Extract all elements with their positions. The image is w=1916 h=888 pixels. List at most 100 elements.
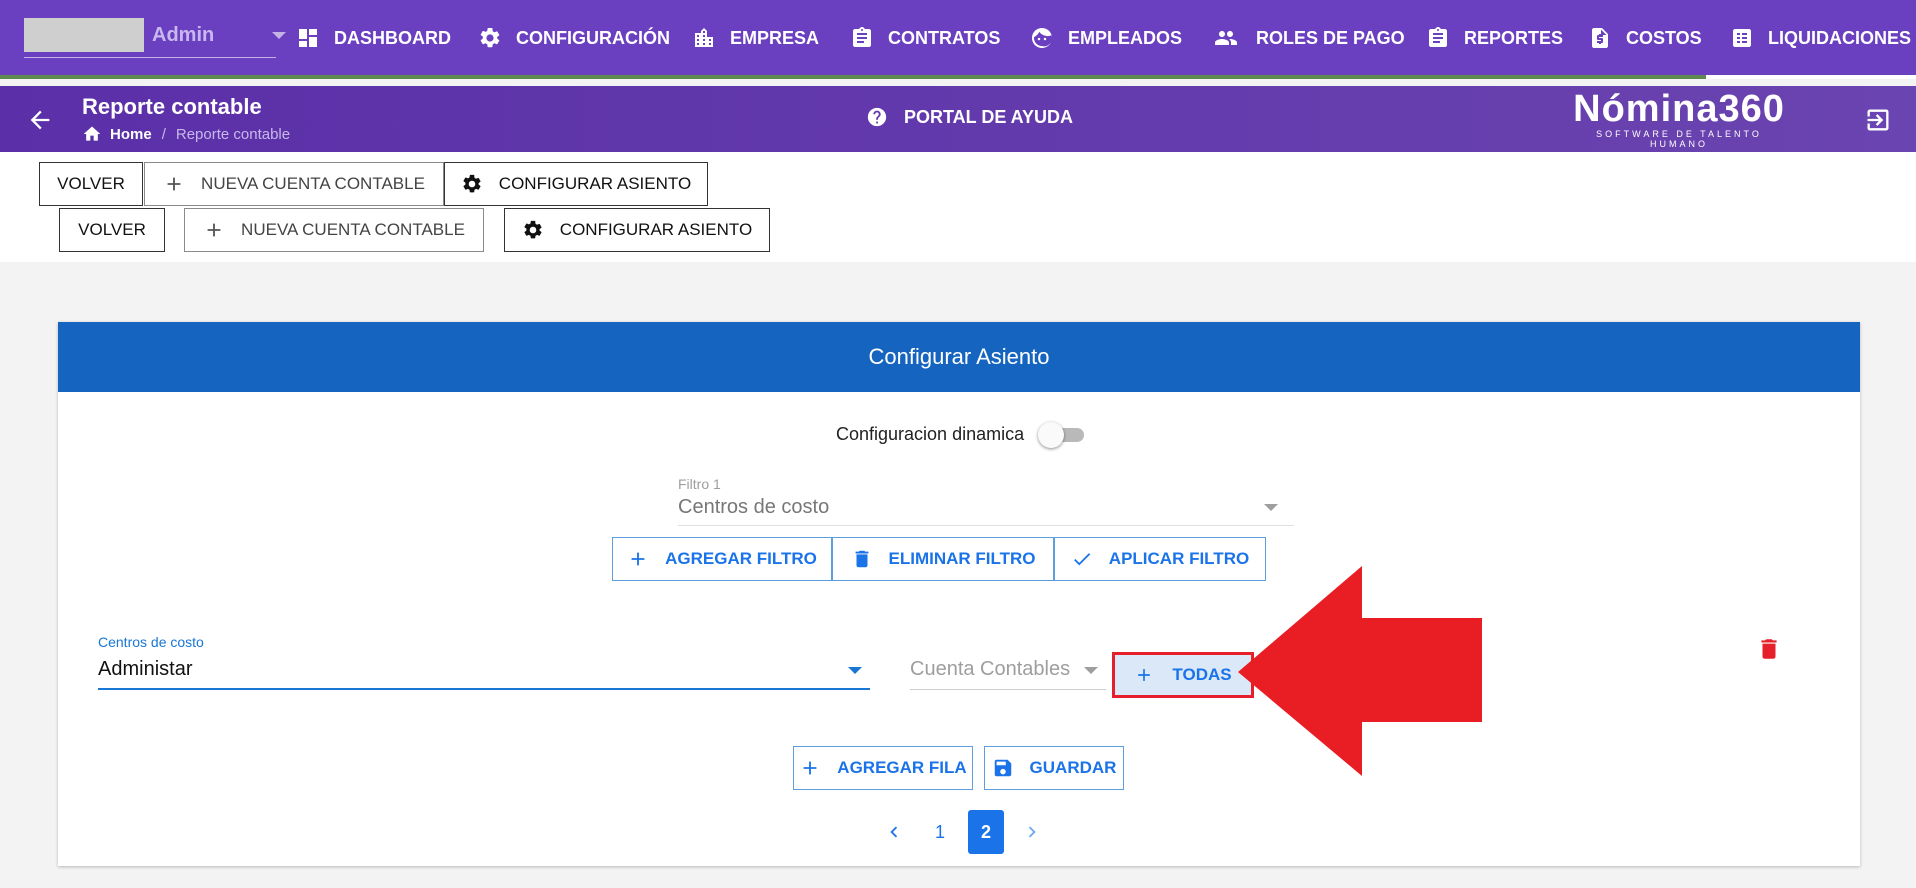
- check-icon: [1073, 553, 1091, 566]
- logout-icon[interactable]: [1864, 106, 1892, 134]
- home-icon: [83, 126, 101, 141]
- todas-button[interactable]: TODAS: [1112, 652, 1254, 698]
- building-icon: [695, 28, 713, 47]
- people-icon: [1215, 31, 1237, 45]
- breadcrumb: Home / Reporte contable: [82, 124, 290, 144]
- nav-empresa-label: EMPRESA: [730, 27, 820, 48]
- agregar-fila-label: AGREGAR FILA: [837, 758, 967, 777]
- filter-1-select[interactable]: Filtro 1 Centros de costo: [678, 476, 1294, 526]
- pagination-prev[interactable]: [876, 810, 912, 854]
- clipboard-icon: [1429, 27, 1447, 47]
- delete-row-icon[interactable]: [1756, 636, 1782, 662]
- plus-icon: [631, 552, 645, 566]
- nav-contratos[interactable]: CONTRATOS: [850, 22, 1000, 54]
- card-title: Configurar Asiento: [58, 322, 1860, 392]
- nueva-cuenta-button-secondary[interactable]: NUEVA CUENTA CONTABLE: [184, 208, 484, 252]
- pagination: 1 2: [876, 810, 1060, 854]
- volver-button-secondary[interactable]: VOLVER: [59, 208, 165, 252]
- volver-button[interactable]: VOLVER: [39, 162, 143, 206]
- chevron-down-icon: [1264, 504, 1278, 511]
- username: Admin: [152, 24, 215, 46]
- plus-icon: [1138, 669, 1151, 681]
- pagination-page-1[interactable]: 1: [922, 810, 958, 854]
- logo-tagline: SOFTWARE DE TALENTO HUMANO: [1596, 129, 1762, 149]
- chevron-left-icon: [890, 826, 898, 838]
- nav-empresa[interactable]: EMPRESA: [692, 22, 819, 54]
- pagination-next[interactable]: [1014, 810, 1050, 854]
- help-icon: [867, 107, 887, 127]
- guardar-label: GUARDAR: [1029, 758, 1117, 777]
- nav-empleados[interactable]: EMPLEADOS: [1030, 22, 1182, 54]
- plus-icon: [167, 177, 181, 191]
- breadcrumb-separator: /: [161, 125, 166, 143]
- toggle-thumb: [1038, 422, 1065, 448]
- logo-main: Nómina360: [1573, 88, 1785, 130]
- eliminar-filtro-label: ELIMINAR FILTRO: [888, 549, 1036, 568]
- nav-configuracion[interactable]: CONFIGURACIÓN: [478, 22, 670, 54]
- breadcrumb-home[interactable]: Home: [110, 126, 152, 143]
- nav-reportes-label: REPORTES: [1464, 27, 1564, 48]
- centros-de-costo-select[interactable]: Centros de costo Administar: [98, 634, 870, 690]
- annotation-arrow-icon: [1238, 566, 1482, 776]
- nav-underline: [0, 75, 1916, 79]
- nav-dashboard-label: DASHBOARD: [334, 27, 451, 48]
- nav-dashboard[interactable]: DASHBOARD: [296, 22, 451, 54]
- agregar-filtro-label: AGREGAR FILTRO: [665, 549, 817, 568]
- chevron-right-icon: [1028, 826, 1036, 838]
- nav-empleados-label: EMPLEADOS: [1068, 27, 1183, 48]
- configurar-asiento-button-secondary[interactable]: CONFIGURAR ASIENTO: [504, 208, 770, 252]
- nav-costos[interactable]: COSTOS: [1588, 22, 1702, 54]
- toolbar: VOLVER NUEVA CUENTA CONTABLE CONFIGURAR …: [0, 152, 1916, 262]
- dashboard-icon: [299, 29, 317, 47]
- dynamic-config-label: Configuracion dinamica: [836, 423, 1025, 444]
- gear-icon: [524, 220, 542, 239]
- save-icon: [994, 759, 1011, 777]
- cuenta-contables-select[interactable]: Cuenta Contables: [910, 652, 1106, 690]
- arrow-left-icon[interactable]: [26, 106, 54, 134]
- brand-logo: Nómina360 SOFTWARE DE TALENTO HUMANO: [1566, 88, 1792, 149]
- plus-icon: [803, 761, 817, 775]
- chevron-down-icon: [1084, 667, 1098, 674]
- dynamic-config-toggle[interactable]: [1038, 422, 1086, 448]
- agregar-filtro-button[interactable]: AGREGAR FILTRO: [612, 537, 832, 581]
- nav-liquidaciones-label: LIQUIDACIONES: [1768, 27, 1912, 48]
- chevron-down-icon: [848, 667, 862, 674]
- user-selector[interactable]: Admin: [24, 18, 286, 58]
- volver-label: VOLVER: [57, 174, 125, 193]
- centros-de-costo-label: Centros de costo: [98, 634, 204, 650]
- cuenta-contables-placeholder: Cuenta Contables: [910, 658, 1071, 680]
- nueva-cuenta-button[interactable]: NUEVA CUENTA CONTABLE: [144, 162, 444, 206]
- guardar-button[interactable]: GUARDAR: [984, 746, 1124, 790]
- clipboard-icon: [853, 27, 871, 47]
- invoice-dollar-icon: [1592, 28, 1608, 48]
- eliminar-filtro-button[interactable]: ELIMINAR FILTRO: [832, 537, 1054, 581]
- configurar-asiento-button[interactable]: CONFIGURAR ASIENTO: [444, 162, 708, 206]
- nueva-cuenta-label: NUEVA CUENTA CONTABLE: [201, 174, 425, 193]
- nueva-cuenta-label: NUEVA CUENTA CONTABLE: [241, 220, 465, 239]
- trash-icon: [855, 550, 868, 568]
- filter-1-label: Filtro 1: [678, 476, 721, 492]
- help-portal-link[interactable]: PORTAL DE AYUDA: [866, 106, 1073, 128]
- page-title: Reporte contable: [82, 94, 262, 119]
- chevron-down-icon: [272, 32, 286, 39]
- help-portal-label: PORTAL DE AYUDA: [904, 106, 1074, 127]
- nav-liquidaciones[interactable]: LIQUIDACIONES: [1730, 22, 1911, 54]
- nav-reportes[interactable]: REPORTES: [1426, 22, 1563, 54]
- breadcrumb-current: Reporte contable: [175, 125, 291, 143]
- nav-roles-de-pago-label: ROLES DE PAGO: [1256, 27, 1405, 48]
- gear-icon: [463, 174, 481, 193]
- gear-icon: [480, 27, 500, 48]
- list-icon: [1733, 29, 1751, 47]
- agregar-fila-button[interactable]: AGREGAR FILA: [793, 746, 973, 790]
- aplicar-filtro-button[interactable]: APLICAR FILTRO: [1054, 537, 1266, 581]
- configurar-asiento-card: Configurar Asiento Configuracion dinamic…: [58, 322, 1860, 866]
- dynamic-config-row: Configuracion dinamica: [836, 422, 1086, 448]
- centros-de-costo-value: Administar: [98, 658, 193, 680]
- nav-active-indicator: [1706, 75, 1916, 79]
- filter-1-value: Centros de costo: [678, 496, 830, 518]
- nav-costos-label: COSTOS: [1626, 27, 1702, 48]
- page-header-bar: Reporte contable Home / Reporte contable…: [0, 86, 1916, 152]
- pagination-page-2[interactable]: 2: [968, 810, 1004, 854]
- nav-roles-de-pago[interactable]: ROLES DE PAGO: [1210, 22, 1405, 54]
- top-navbar: Admin DASHBOARD CONFIGURACIÓN EMPRESA CO…: [0, 0, 1916, 79]
